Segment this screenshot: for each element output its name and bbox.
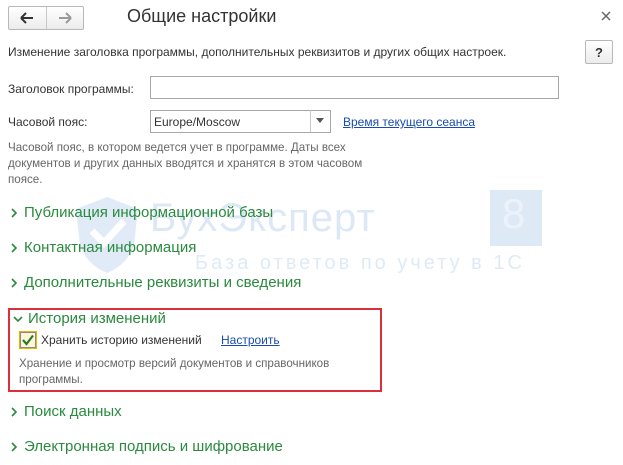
close-icon[interactable] — [598, 8, 614, 24]
watermark-number: 8 — [502, 190, 526, 237]
checkmark-icon — [22, 334, 34, 346]
keep-history-label: Хранить историю изменений — [41, 333, 202, 347]
program-title-input[interactable] — [150, 76, 559, 99]
section-label: Публикация информационной базы — [24, 204, 274, 221]
forward-button[interactable] — [45, 7, 84, 29]
keep-history-checkbox[interactable] — [19, 331, 37, 349]
arrow-right-icon — [58, 12, 72, 24]
page-title: Общие настройки — [127, 6, 277, 26]
dropdown-separator — [310, 110, 311, 132]
back-button[interactable] — [9, 7, 46, 29]
chevron-right-icon — [11, 242, 18, 253]
section-additional-attributes[interactable]: Дополнительные реквизиты и сведения — [8, 274, 301, 291]
session-time-link[interactable]: Время текущего сеанса — [343, 115, 475, 129]
arrow-left-icon — [20, 12, 34, 24]
chevron-right-icon — [11, 406, 18, 417]
watermark-tagline: База ответов по учету в 1С — [195, 252, 525, 274]
section-label: Контактная информация — [24, 239, 197, 256]
help-button[interactable]: ? — [585, 40, 613, 64]
section-change-history[interactable]: История изменений — [12, 310, 166, 327]
section-label: Поиск данных — [24, 403, 122, 420]
section-label: Дополнительные реквизиты и сведения — [24, 274, 302, 291]
section-data-search[interactable]: Поиск данных — [8, 403, 122, 420]
section-publication[interactable]: Публикация информационной базы — [8, 204, 273, 221]
section-label: История изменений — [28, 310, 166, 327]
chevron-right-icon — [11, 277, 18, 288]
program-title-label: Заголовок программы: — [8, 82, 134, 96]
chevron-right-icon — [11, 207, 18, 218]
history-hint: Хранение и просмотр версий документов и … — [19, 357, 330, 386]
dropdown-arrow-icon[interactable] — [316, 118, 324, 124]
timezone-hint: Часовой пояс, в котором ведется учет в п… — [8, 141, 363, 186]
timezone-label: Часовой пояс: — [8, 115, 88, 129]
timezone-value: Europe/Moscow — [154, 115, 241, 129]
section-label: Электронная подпись и шифрование — [24, 438, 283, 455]
chevron-right-icon — [11, 441, 18, 452]
configure-history-link[interactable]: Настроить — [221, 333, 280, 347]
chevron-down-icon — [13, 315, 23, 322]
window-description: Изменение заголовка программы, дополните… — [8, 45, 507, 59]
navigation-buttons — [8, 6, 84, 30]
section-contact-info[interactable]: Контактная информация — [8, 239, 196, 256]
section-digital-signature[interactable]: Электронная подпись и шифрование — [8, 438, 283, 455]
